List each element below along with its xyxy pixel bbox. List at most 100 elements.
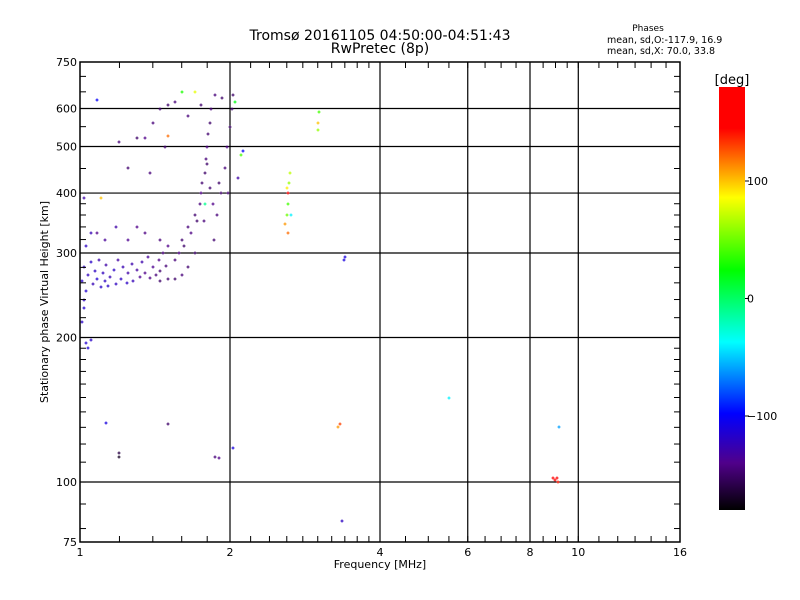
- data-point: [99, 285, 103, 289]
- data-point: [217, 181, 221, 185]
- data-point: [138, 275, 142, 279]
- y-tick-label: 300: [56, 247, 77, 260]
- data-point: [95, 231, 99, 235]
- data-point: [286, 202, 290, 206]
- data-point: [180, 90, 184, 94]
- data-point: [286, 231, 290, 235]
- data-point: [125, 281, 129, 285]
- data-point: [84, 244, 88, 248]
- data-point: [186, 114, 190, 118]
- data-point: [338, 422, 342, 426]
- data-point: [135, 225, 139, 229]
- data-point: [288, 171, 292, 175]
- data-point: [104, 263, 108, 267]
- data-point: [143, 136, 147, 140]
- grid-lines: [80, 62, 680, 542]
- data-point: [180, 273, 184, 277]
- data-point: [316, 121, 320, 125]
- data-point: [158, 279, 162, 283]
- data-point: [148, 276, 152, 280]
- data-point: [173, 100, 177, 104]
- data-point: [103, 279, 107, 283]
- colorbar-label: [deg]: [715, 73, 750, 88]
- data-point: [117, 451, 121, 455]
- data-point: [342, 258, 346, 262]
- data-point: [182, 244, 186, 248]
- y-tick-label: 400: [56, 187, 77, 200]
- y-axis-label: Stationary phase Virtual Height [km]: [38, 201, 51, 403]
- data-point: [236, 176, 240, 180]
- data-point: [285, 186, 289, 190]
- data-point: [140, 260, 144, 264]
- data-point: [135, 136, 139, 140]
- data-point: [166, 103, 170, 107]
- data-point: [89, 231, 93, 235]
- data-point: [103, 238, 107, 242]
- data-point: [287, 181, 291, 185]
- data-point: [114, 225, 118, 229]
- data-point: [233, 100, 237, 104]
- ionogram-chart: Tromsø 20161105 04:50:00-04:51:43 RwPret…: [38, 24, 777, 571]
- data-point: [117, 455, 121, 459]
- data-point: [82, 196, 86, 200]
- data-point: [556, 480, 560, 484]
- colorbar-tick-label: −100: [747, 410, 777, 423]
- data-point: [204, 157, 208, 161]
- data-point: [202, 219, 206, 223]
- data-point: [551, 476, 555, 480]
- data-point: [200, 181, 204, 185]
- data-point: [211, 202, 215, 206]
- data-point: [228, 125, 232, 129]
- data-point: [158, 238, 162, 242]
- x-tick-label: 8: [527, 546, 534, 559]
- data-point: [130, 262, 134, 266]
- data-point: [193, 213, 197, 217]
- data-point: [166, 134, 170, 138]
- data-point: [215, 213, 219, 217]
- data-point: [106, 284, 110, 288]
- data-point: [226, 191, 230, 195]
- data-point: [86, 346, 90, 350]
- data-point: [119, 277, 123, 281]
- data-point: [205, 162, 209, 166]
- stats-o-mode: mean, sd,O:-117.9, 16.9: [607, 35, 722, 46]
- data-point: [84, 341, 88, 345]
- data-point: [317, 110, 321, 114]
- data-point: [447, 396, 451, 400]
- data-point: [206, 132, 210, 136]
- data-point: [80, 279, 84, 283]
- data-point: [95, 98, 99, 102]
- y-tick-label: 500: [56, 141, 77, 154]
- data-point: [101, 271, 105, 275]
- data-point: [86, 273, 90, 277]
- stats-x-mode: mean, sd,X: 70.0, 33.8: [607, 46, 715, 57]
- data-point: [340, 519, 344, 523]
- data-point: [131, 279, 135, 283]
- data-point: [289, 213, 293, 217]
- x-tick-label: 1: [77, 546, 84, 559]
- data-point: [148, 171, 152, 175]
- data-point: [117, 140, 121, 144]
- data-point: [143, 231, 147, 235]
- data-point: [89, 260, 93, 264]
- data-point: [126, 166, 130, 170]
- data-point: [135, 268, 139, 272]
- data-point: [166, 277, 170, 281]
- data-point: [121, 265, 125, 269]
- data-point: [555, 476, 559, 480]
- data-point: [195, 219, 199, 223]
- data-point: [146, 255, 150, 259]
- data-point: [177, 251, 181, 255]
- x-tick-label: 10: [571, 546, 585, 559]
- data-point: [343, 255, 347, 259]
- data-point: [203, 202, 207, 206]
- y-tick-label: 75: [63, 536, 77, 549]
- data-point: [186, 225, 190, 229]
- data-point: [166, 244, 170, 248]
- data-point: [95, 277, 99, 281]
- data-point: [157, 258, 161, 262]
- data-point: [203, 171, 207, 175]
- data-point: [151, 265, 155, 269]
- data-point: [189, 231, 193, 235]
- colorbar-ticks: 100 0 −100: [745, 175, 777, 423]
